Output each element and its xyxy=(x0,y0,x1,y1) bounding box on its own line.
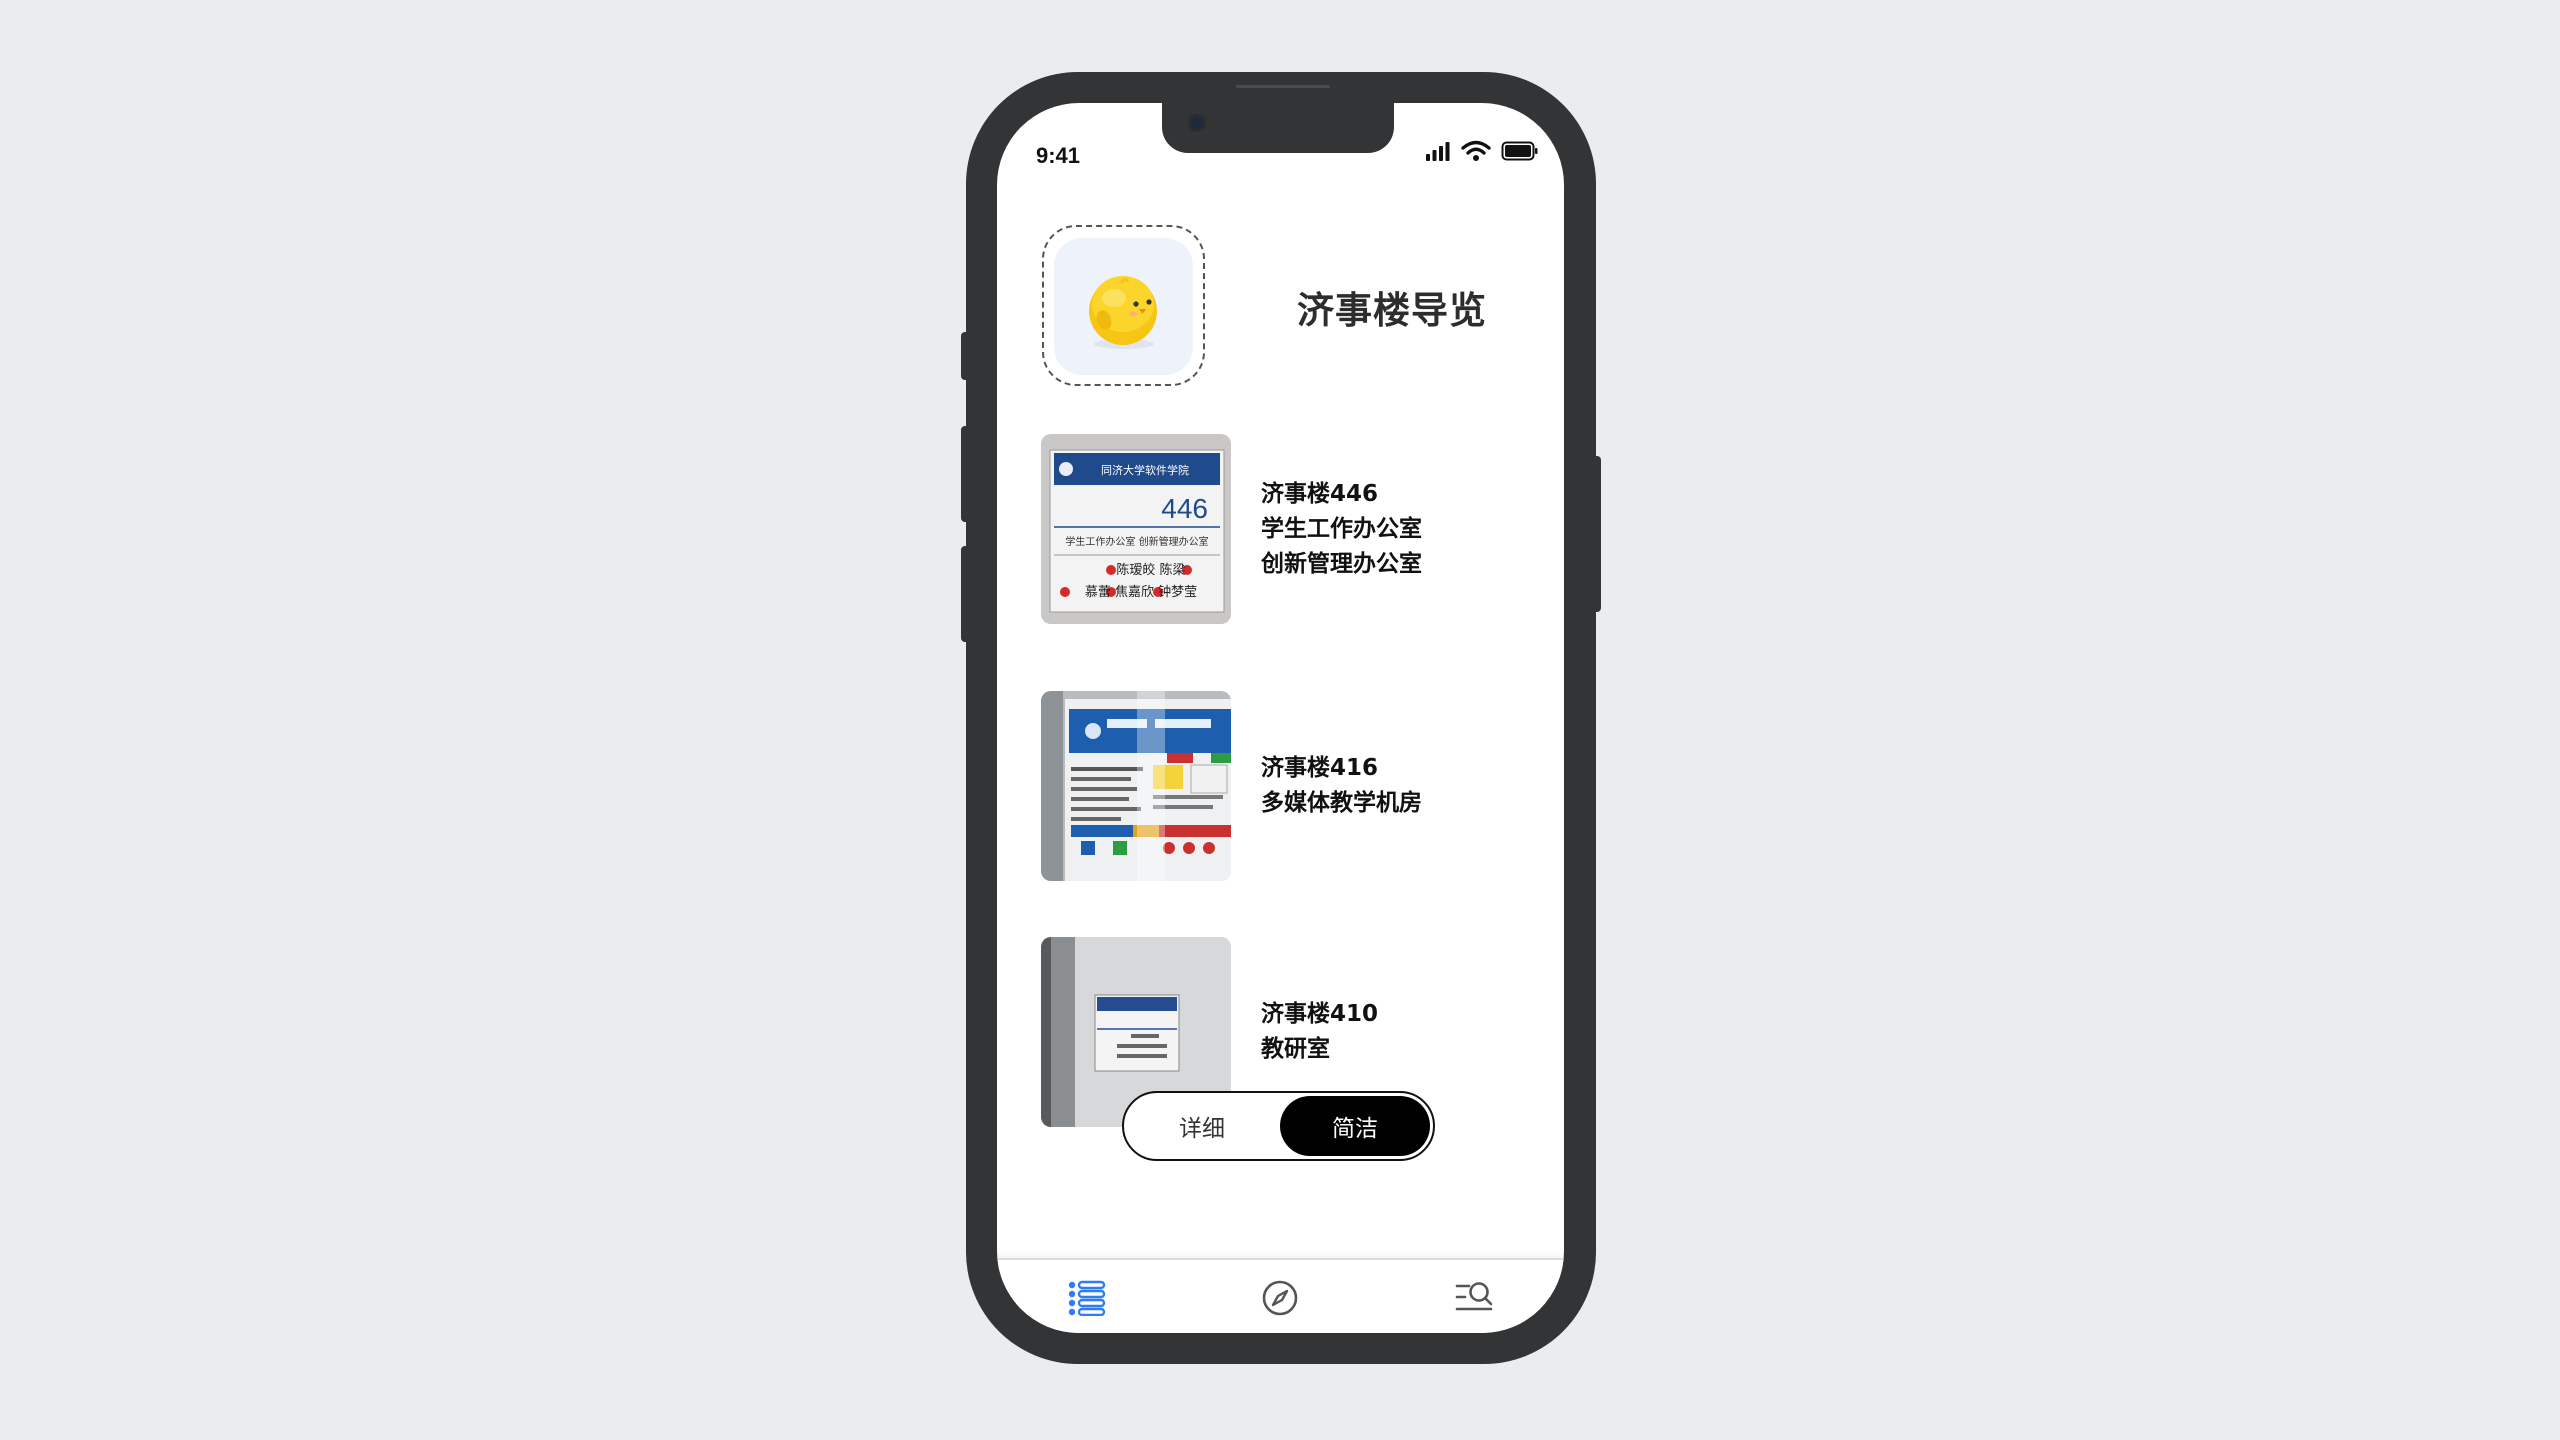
sign-room-number: 446 xyxy=(1161,493,1208,524)
room-title: 济事楼446 xyxy=(1261,480,1379,507)
logo-frame[interactable] xyxy=(1042,225,1205,386)
tab-bar xyxy=(997,1258,1564,1333)
tab-explore[interactable] xyxy=(1258,1276,1302,1320)
status-time: 9:41 xyxy=(1036,143,1081,168)
room-photo xyxy=(1041,691,1231,881)
tab-search[interactable] xyxy=(1453,1276,1497,1320)
view-mode-toggle[interactable]: 详细 简洁 xyxy=(1122,1091,1435,1161)
room-desc: 教研室 xyxy=(1261,1036,1330,1062)
room-text: 济事楼446 学生工作办公室 创新管理办公室 xyxy=(1261,434,1422,624)
notch xyxy=(1162,103,1394,153)
compass-icon xyxy=(1262,1280,1298,1316)
app-screen: 9:41 济事楼导览 同济大学软件学院 446 学生工作办公室 创新管理办公室 … xyxy=(997,103,1564,1333)
room-text: 济事楼416 多媒体教学机房 xyxy=(1261,691,1422,881)
list-item[interactable]: 济事楼416 多媒体教学机房 xyxy=(1041,691,1541,881)
sign-names-1: 陈瑷皎 陈梁 xyxy=(1116,562,1185,578)
sign-names-2: 慕蕾 焦嘉欣 钟梦莹 xyxy=(1085,584,1197,600)
signal-icon xyxy=(1426,142,1450,161)
sign-rooms: 学生工作办公室 创新管理办公室 xyxy=(1065,535,1208,548)
mute-switch xyxy=(961,332,970,380)
chick-mascot-icon xyxy=(1089,276,1157,349)
volume-down-button xyxy=(961,546,970,642)
door-sign-photo-446: 同济大学软件学院 446 学生工作办公室 创新管理办公室 陈瑷皎 陈梁 慕蕾 焦… xyxy=(1041,434,1231,624)
room-title: 济事楼416 xyxy=(1261,755,1379,781)
list-item[interactable]: 同济大学软件学院 446 学生工作办公室 创新管理办公室 陈瑷皎 陈梁 慕蕾 焦… xyxy=(1041,434,1541,624)
room-title: 济事楼410 xyxy=(1261,1001,1379,1027)
page-title: 济事楼导览 xyxy=(1297,289,1487,332)
list-icon xyxy=(1068,1280,1106,1316)
logo-tile xyxy=(1054,238,1193,375)
tab-list[interactable] xyxy=(1065,1276,1109,1320)
volume-up-button xyxy=(961,426,970,522)
status-icons xyxy=(1425,140,1539,162)
toggle-concise[interactable]: 简洁 xyxy=(1280,1096,1430,1156)
room-photo: 同济大学软件学院 446 学生工作办公室 创新管理办公室 陈瑷皎 陈梁 慕蕾 焦… xyxy=(1041,434,1231,624)
room-desc: 创新管理办公室 xyxy=(1261,550,1422,577)
search-list-icon xyxy=(1455,1282,1493,1311)
sign-header: 同济大学软件学院 xyxy=(1101,463,1189,477)
battery-icon xyxy=(1501,141,1538,161)
room-desc: 学生工作办公室 xyxy=(1261,515,1422,542)
front-camera xyxy=(1188,114,1206,132)
wifi-icon xyxy=(1461,140,1491,161)
toggle-detailed[interactable]: 详细 xyxy=(1127,1096,1277,1156)
power-button xyxy=(1592,456,1601,612)
lab-info-board-photo-416 xyxy=(1041,691,1231,881)
speaker-grille xyxy=(1236,85,1330,88)
room-desc: 多媒体教学机房 xyxy=(1261,790,1422,816)
